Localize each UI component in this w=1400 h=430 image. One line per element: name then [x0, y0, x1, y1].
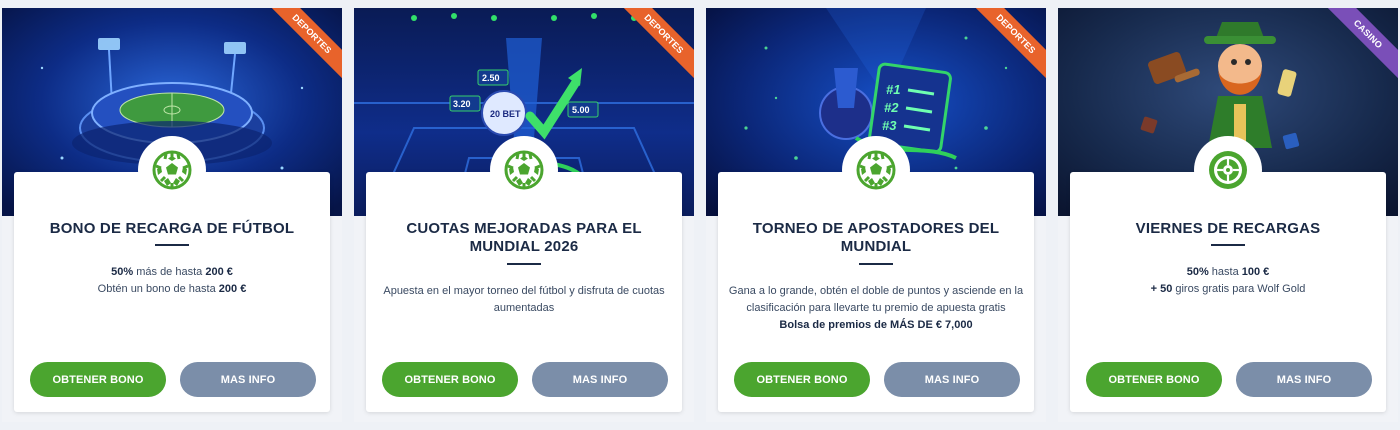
bonus-percent: 50%: [1186, 266, 1209, 278]
bonus-amount: 200 €: [205, 266, 233, 278]
title-divider: [1211, 244, 1245, 246]
bonus-amount: 200 €: [218, 283, 247, 295]
promo-title: BONO DE RECARGA DE FÚTBOL: [49, 220, 295, 237]
title-divider: [155, 244, 189, 246]
brand-logo: 20 BET: [490, 109, 521, 119]
more-info-button[interactable]: MAS INFO: [180, 362, 316, 397]
bonus-percent: 50%: [111, 266, 134, 278]
promo-icon-badge: [138, 136, 206, 204]
promo-title: TORNEO DE APOSTADORES DEL MUNDIAL: [752, 220, 1000, 255]
bonus-amount: 100 €: [1241, 266, 1270, 278]
rank-label: #2: [884, 100, 899, 115]
desc-text: giros gratis para Wolf Gold: [1172, 283, 1306, 295]
promo-title: CUOTAS MEJORADAS PARA EL MUNDIAL 2026: [406, 220, 642, 255]
soccer-ball-icon: [504, 150, 544, 190]
promo-description: Gana a lo grande, obtén el doble de punt…: [724, 283, 1028, 334]
title-divider: [859, 263, 893, 265]
more-info-button[interactable]: MAS INFO: [884, 362, 1020, 397]
more-info-button[interactable]: MAS INFO: [1236, 362, 1372, 397]
promo-card-world-cup-tournament: #1 #2 #3 DEPORTES TORNEO DE APOSTADORES …: [706, 8, 1046, 422]
prize-pool: Bolsa de premios de MÁS DE € 7,000: [779, 319, 973, 331]
promo-icon-badge: [490, 136, 558, 204]
category-label: CASINO: [1326, 8, 1398, 80]
get-bonus-button[interactable]: OBTENER BONO: [1086, 362, 1222, 397]
promo-card-friday-reload: CASINO VIERNES DE RECARGAS 50% hasta 100…: [1058, 8, 1398, 422]
get-bonus-button[interactable]: OBTENER BONO: [734, 362, 870, 397]
category-ribbon: DEPORTES: [270, 8, 342, 80]
category-label: DEPORTES: [974, 8, 1046, 80]
rank-label: #3: [882, 118, 897, 133]
promo-title: VIERNES DE RECARGAS: [1135, 220, 1321, 237]
desc-text: hasta: [1208, 266, 1242, 278]
category-label: DEPORTES: [622, 8, 694, 80]
free-spins-count: + 50: [1150, 283, 1173, 295]
promo-description: 50% hasta 100 € + 50 giros gratis para W…: [1082, 264, 1374, 298]
soccer-ball-icon: [152, 150, 192, 190]
get-bonus-button[interactable]: OBTENER BONO: [30, 362, 166, 397]
promo-icon-badge: [842, 136, 910, 204]
promo-description: 50% más de hasta 200 € Obtén un bono de …: [26, 264, 318, 298]
promo-card-body: CUOTAS MEJORADAS PARA EL MUNDIAL 2026 Ap…: [366, 172, 682, 412]
rank-label: #1: [886, 82, 900, 97]
promo-description: Apuesta en el mayor torneo del fútbol y …: [383, 285, 665, 314]
odd-label: 3.20: [453, 99, 471, 109]
promo-card-football-reload: DEPORTES BONO DE RECARGA DE FÚTBOL 50% m…: [2, 8, 342, 422]
desc-text: Gana a lo grande, obtén el doble de punt…: [728, 285, 1024, 314]
promo-card-body: TORNEO DE APOSTADORES DEL MUNDIAL Gana a…: [718, 172, 1034, 412]
promo-card-world-cup-odds: 3.20 2.50 5.00 20 BET DEPORTES CUOTAS ME…: [354, 8, 694, 422]
desc-text: Obtén un bono de hasta: [97, 283, 219, 295]
get-bonus-button[interactable]: OBTENER BONO: [382, 362, 518, 397]
promo-icon-badge: [1194, 136, 1262, 204]
soccer-ball-icon: [856, 150, 896, 190]
more-info-button[interactable]: MAS INFO: [532, 362, 668, 397]
category-label: DEPORTES: [270, 8, 342, 80]
promo-card-body: VIERNES DE RECARGAS 50% hasta 100 € + 50…: [1070, 172, 1386, 412]
odd-label: 2.50: [482, 73, 500, 83]
desc-text: más de hasta: [133, 266, 206, 278]
category-ribbon: CASINO: [1326, 8, 1398, 80]
roulette-icon: [1209, 151, 1247, 189]
odd-label: 5.00: [572, 105, 590, 115]
category-ribbon: DEPORTES: [622, 8, 694, 80]
title-divider: [507, 263, 541, 265]
promo-card-body: BONO DE RECARGA DE FÚTBOL 50% más de has…: [14, 172, 330, 412]
category-ribbon: DEPORTES: [974, 8, 1046, 80]
